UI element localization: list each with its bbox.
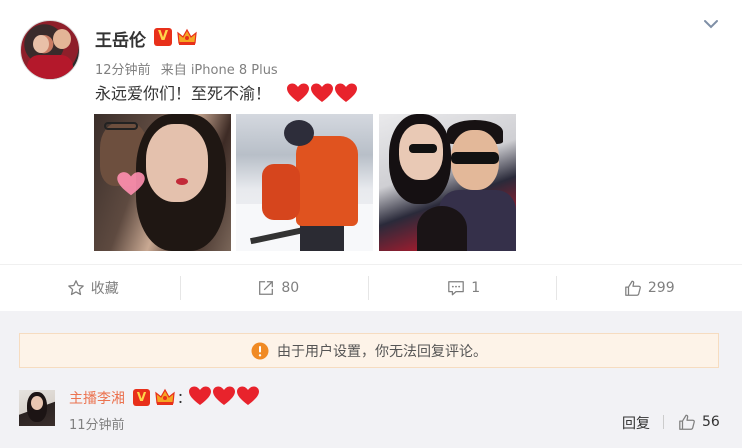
divider bbox=[663, 415, 664, 429]
repost-count: 80 bbox=[281, 280, 300, 296]
heart-emoji-icon bbox=[213, 386, 235, 405]
post-meta: 12分钟前 来自 iPhone 8 Plus bbox=[95, 59, 278, 78]
comment-like-count: 56 bbox=[702, 414, 720, 430]
notice-text: 由于用户设置，你无法回复评论。 bbox=[277, 343, 487, 360]
post-emoji-hearts bbox=[286, 82, 358, 104]
reply-button[interactable]: 回复 bbox=[622, 413, 650, 433]
comments-section: 由于用户设置，你无法回复评论。 主播李湘 V ： 11分钟前 回复 56 bbox=[0, 311, 742, 448]
thumbs-up-icon bbox=[679, 414, 695, 430]
action-bar: 收藏 80 1 299 bbox=[0, 265, 742, 311]
comment-time: 11分钟前 bbox=[69, 418, 125, 433]
heart-emoji-icon bbox=[287, 83, 309, 102]
heart-emoji-icon bbox=[335, 83, 357, 102]
favorite-label: 收藏 bbox=[90, 281, 119, 297]
weibo-post-card: 王岳伦 V 12分钟前 来自 iPhone 8 Plus 永远爱你们！至死不渝！ bbox=[0, 0, 742, 448]
author-avatar[interactable] bbox=[20, 20, 80, 80]
heart-emoji-icon bbox=[237, 386, 259, 405]
chevron-down-icon[interactable] bbox=[703, 18, 719, 30]
comment-button[interactable]: 1 bbox=[371, 265, 557, 311]
repost-button[interactable]: 80 bbox=[186, 265, 372, 311]
verified-badge-icon: V bbox=[154, 28, 172, 46]
heart-emoji-icon bbox=[311, 83, 333, 102]
comment-icon bbox=[448, 281, 465, 296]
action-separator bbox=[556, 276, 557, 300]
comment-like-button[interactable]: 56 bbox=[678, 413, 720, 431]
action-separator bbox=[180, 276, 181, 300]
action-separator bbox=[368, 276, 369, 300]
post-photo-1[interactable] bbox=[94, 114, 231, 251]
post-text: 永远爱你们！至死不渝！ bbox=[95, 84, 272, 103]
favorite-button[interactable]: 收藏 bbox=[0, 265, 186, 311]
heart-emoji-icon bbox=[189, 386, 211, 405]
vip-crown-icon bbox=[177, 28, 197, 45]
comment-emoji-hearts bbox=[188, 385, 260, 407]
star-icon bbox=[67, 280, 84, 296]
reply-disabled-notice: 由于用户设置，你无法回复评论。 bbox=[19, 333, 719, 368]
commenter-name[interactable]: 主播李湘 bbox=[69, 388, 125, 408]
author-name[interactable]: 王岳伦 bbox=[95, 26, 146, 51]
share-icon bbox=[259, 281, 274, 295]
post-source: 来自 iPhone 8 Plus bbox=[160, 63, 278, 78]
comment-count: 1 bbox=[471, 280, 481, 296]
post-photo-3[interactable] bbox=[379, 114, 516, 251]
exclamation-icon bbox=[251, 342, 269, 359]
like-count: 299 bbox=[647, 280, 675, 296]
like-button[interactable]: 299 bbox=[557, 265, 742, 311]
commenter-avatar[interactable] bbox=[19, 390, 55, 426]
post-time[interactable]: 12分钟前 bbox=[95, 63, 151, 78]
vip-crown-icon bbox=[155, 388, 175, 405]
thumbs-up-icon bbox=[625, 280, 641, 296]
post-photo-2[interactable] bbox=[236, 114, 373, 251]
verified-badge-icon: V bbox=[133, 389, 150, 406]
